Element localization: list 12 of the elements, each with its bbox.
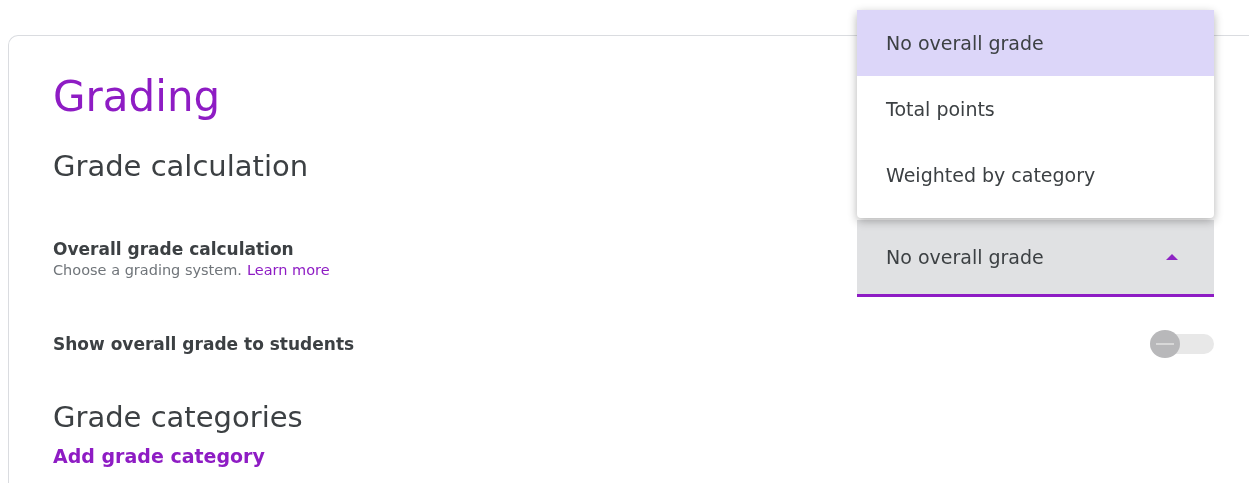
add-category-link[interactable]: Add grade category bbox=[53, 445, 265, 467]
menu-option[interactable]: No overall grade bbox=[857, 10, 1214, 76]
section-heading: Grade calculation bbox=[53, 148, 309, 185]
setting-label: Overall grade calculation bbox=[53, 239, 295, 259]
menu-option[interactable]: Weighted by category bbox=[857, 142, 1214, 208]
setting-label: Show overall grade to students bbox=[53, 334, 355, 354]
grading-select[interactable]: No overall grade bbox=[857, 220, 1214, 297]
setting-hint: Choose a grading system. bbox=[53, 262, 242, 278]
learn-more-link[interactable]: Learn more bbox=[246, 262, 330, 278]
section-heading: Grade categories bbox=[53, 399, 303, 436]
menu-option[interactable]: Total points bbox=[857, 76, 1214, 142]
page-title: Grading bbox=[53, 71, 221, 123]
